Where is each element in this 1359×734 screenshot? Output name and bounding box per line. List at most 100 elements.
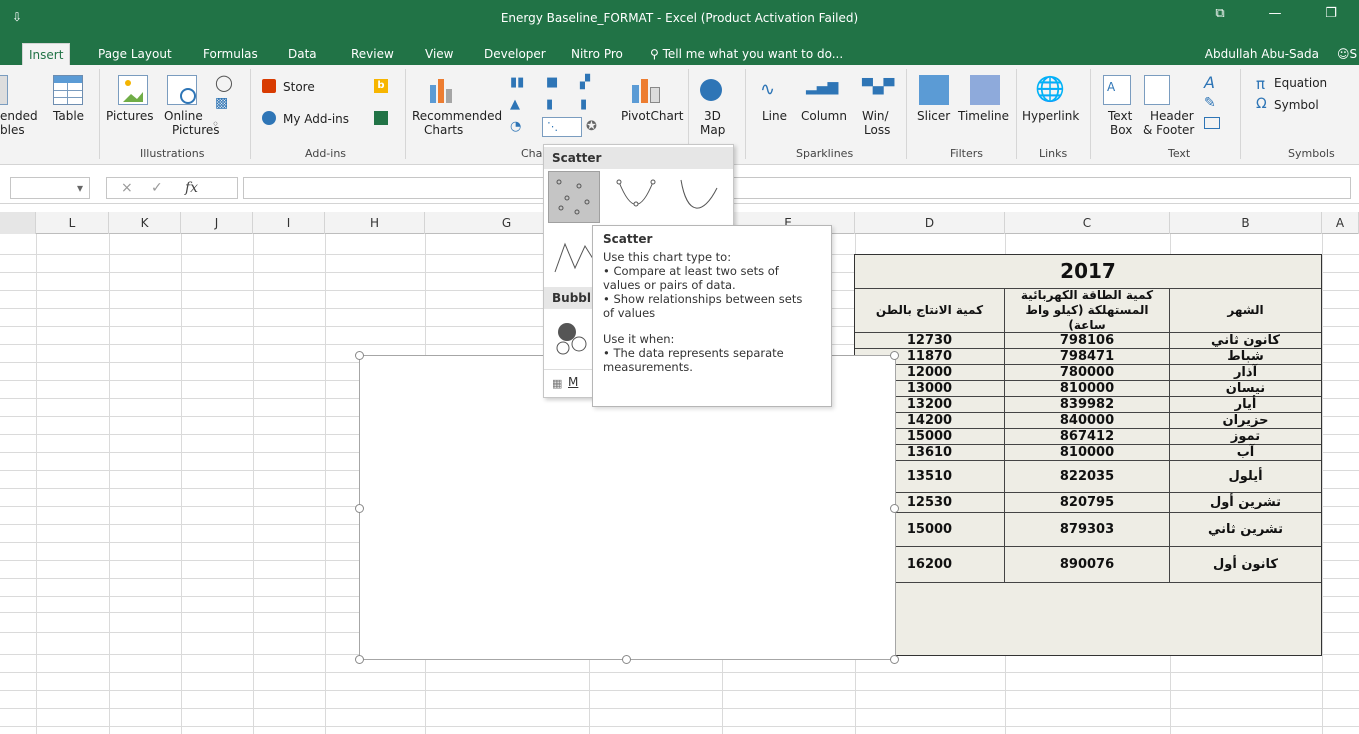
radar-chart-icon[interactable]: ✪ [586,119,597,134]
resize-handle-top-left[interactable] [355,351,364,360]
pie-chart-icon[interactable]: ◔ [510,119,521,134]
statistic-chart-icon[interactable]: ▮ [546,97,553,112]
header-month[interactable]: الشهر [1170,289,1321,332]
tab-insert[interactable]: Insert [22,43,71,65]
3d-map-icon[interactable] [696,75,726,105]
waterfall-chart-icon[interactable]: ▞ [580,75,590,90]
month-cell[interactable]: نيسان [1170,381,1321,396]
energy-cell[interactable]: 867412 [1005,429,1170,444]
month-cell[interactable]: آب [1170,445,1321,460]
online-pictures-icon[interactable] [167,75,197,105]
tab-formulas[interactable]: Formulas [197,43,264,65]
energy-cell[interactable]: 840000 [1005,413,1170,428]
online-pictures-button[interactable]: Online [164,109,203,123]
text-box-button[interactable]: Text [1108,109,1132,123]
column-header-j[interactable]: J [181,212,253,234]
tab-data[interactable]: Data [282,43,323,65]
energy-cell[interactable]: 839982 [1005,397,1170,412]
smartart-icon[interactable]: ▩ [215,95,228,111]
pictures-icon[interactable] [118,75,148,105]
tell-me-box[interactable]: ⚲ Tell me what you want to do... [644,43,849,65]
column-header-c[interactable]: C [1005,212,1170,234]
column-header-h[interactable]: H [325,212,425,234]
slicer-button[interactable]: Slicer [917,109,950,123]
pivot-table-icon[interactable] [0,75,8,105]
bing-icon[interactable]: b [374,79,388,93]
name-box[interactable]: ▾ [10,177,90,199]
table-year[interactable]: 2017 [855,255,1321,288]
column-header-b[interactable]: B [1170,212,1322,234]
month-cell[interactable]: حزيران [1170,413,1321,428]
my-addins-button[interactable]: My Add-ins [283,112,349,126]
scatter-smooth-lines-option[interactable] [672,171,724,223]
more-scatter-charts-link[interactable]: M [568,375,578,389]
3d-map-button[interactable]: 3D [704,109,721,123]
energy-cell[interactable]: 820795 [1005,493,1170,512]
pictures-button[interactable]: Pictures [106,109,154,123]
month-cell[interactable]: كانون أول [1170,547,1321,582]
scatter-smooth-lines-markers-option[interactable] [610,171,662,223]
scatter-chart-button[interactable]: ⋱ [542,117,582,137]
winloss-sparkline-icon[interactable]: ▀▄▀ [862,79,894,95]
select-all-corner[interactable] [0,212,36,234]
energy-cell[interactable]: 798106 [1005,333,1170,348]
tab-review[interactable]: Review [345,43,400,65]
hyperlink-button[interactable]: Hyperlink [1022,109,1079,123]
energy-cell[interactable]: 810000 [1005,445,1170,460]
pivotchart-icon[interactable] [630,75,660,105]
energy-cell[interactable]: 810000 [1005,381,1170,396]
resize-handle-bottom[interactable] [622,655,631,664]
table-button[interactable]: Table [53,109,84,123]
tab-view[interactable]: View [419,43,459,65]
my-addins-icon[interactable] [262,111,276,125]
column-chart-icon[interactable]: ▮▮ [510,75,524,90]
column-sparkline-button[interactable]: Column [801,109,847,123]
month-cell[interactable]: كانون ثاني [1170,333,1321,348]
wordart-icon[interactable]: A [1204,73,1215,92]
timeline-icon[interactable] [970,75,1000,105]
cancel-icon[interactable]: × [121,178,133,198]
header-footer-icon[interactable] [1144,75,1170,105]
tab-nitro-pro[interactable]: Nitro Pro [565,43,629,65]
share-button[interactable]: ☺S [1331,43,1359,65]
slicer-icon[interactable] [919,75,949,105]
month-cell[interactable]: أيلول [1170,461,1321,492]
minimize-button[interactable]: — [1260,6,1290,21]
column-header-d[interactable]: D [855,212,1005,234]
table-icon[interactable] [53,75,83,105]
user-name[interactable]: Abdullah Abu-Sada [1205,43,1319,65]
recommended-charts-icon[interactable] [428,75,458,105]
resize-handle-left[interactable] [355,504,364,513]
resize-handle-right[interactable] [890,504,899,513]
month-cell[interactable]: أيار [1170,397,1321,412]
timeline-button[interactable]: Timeline [958,109,1009,123]
restore-button[interactable]: ❐ [1316,6,1346,21]
people-graph-icon[interactable] [374,111,388,125]
energy-cell[interactable]: 879303 [1005,513,1170,546]
month-cell[interactable]: آذار [1170,365,1321,380]
hierarchy-chart-icon[interactable]: ■ [546,75,558,90]
month-cell[interactable]: تشرين ثاني [1170,513,1321,546]
line-sparkline-icon[interactable]: ∿ [760,79,775,100]
production-cell[interactable]: 12730 [855,333,1005,348]
ribbon-display-icon[interactable]: ⧉ [1205,6,1235,21]
month-cell[interactable]: تشرين أول [1170,493,1321,512]
hyperlink-icon[interactable]: 🌐 [1035,75,1065,103]
resize-handle-bottom-left[interactable] [355,655,364,664]
column-sparkline-icon[interactable]: ▂▄▆ [806,79,838,95]
column-header-a[interactable]: A [1322,212,1359,234]
month-cell[interactable]: تموز [1170,429,1321,444]
shapes-icon[interactable]: ◯ [215,73,233,92]
symbol-button[interactable]: Symbol [1274,98,1319,112]
header-production[interactable]: كمية الانتاج بالطن [855,289,1005,332]
header-footer-button[interactable]: Header [1150,109,1194,123]
resize-handle-bottom-right[interactable] [890,655,899,664]
store-button[interactable]: Store [283,80,315,94]
column-header-i[interactable]: I [253,212,325,234]
month-cell[interactable]: شباط [1170,349,1321,364]
combo-chart-icon[interactable]: ▮ [580,97,587,112]
formula-input[interactable] [243,177,1351,199]
energy-cell[interactable]: 890076 [1005,547,1170,582]
column-header-k[interactable]: K [109,212,181,234]
symbol-icon[interactable]: Ω [1256,96,1267,112]
